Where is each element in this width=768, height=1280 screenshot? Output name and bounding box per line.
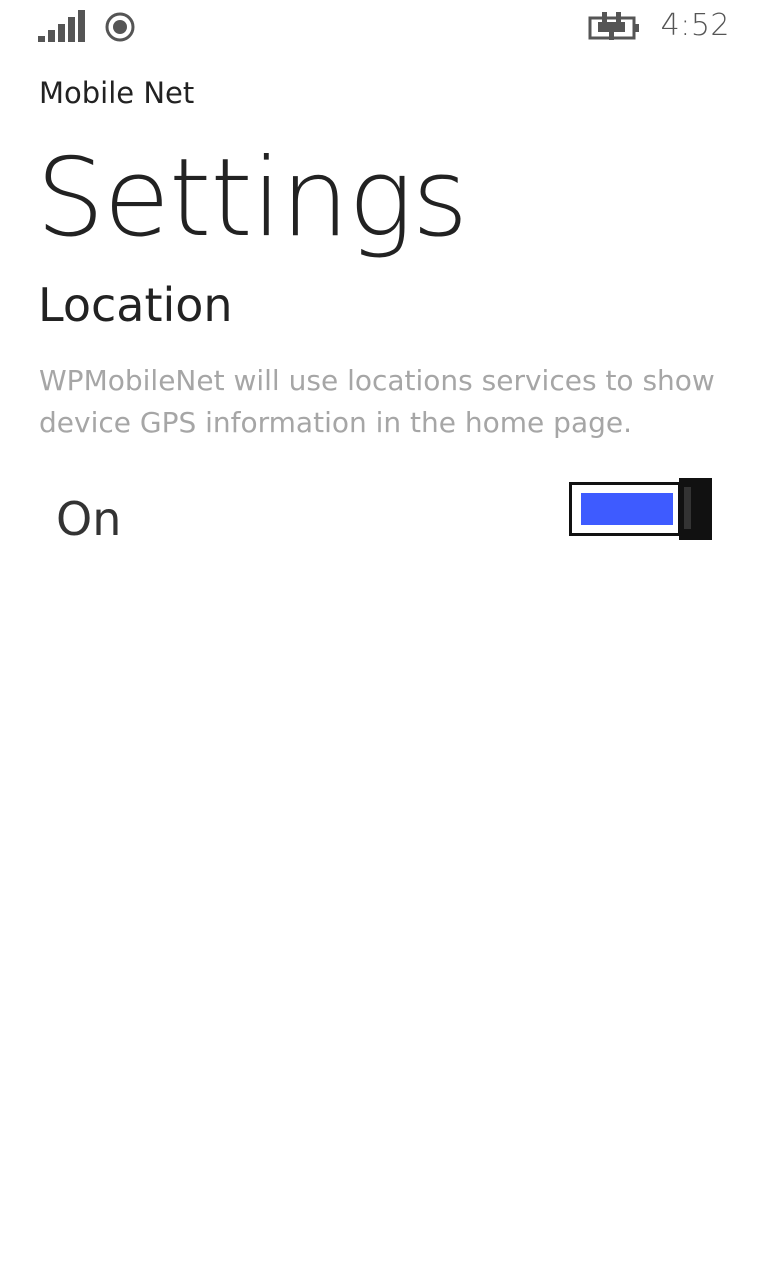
page-title: Settings xyxy=(36,136,468,261)
location-status-icon xyxy=(105,12,135,42)
toggle-thumb[interactable] xyxy=(679,478,712,540)
location-toggle-switch[interactable] xyxy=(569,478,713,540)
status-bar: 4:52 xyxy=(0,0,768,56)
charging-plug-icon xyxy=(588,12,639,40)
settings-screen: 4:52 Mobile Net Settings Location WPMobi… xyxy=(0,0,768,1280)
location-description: WPMobileNet will use locations services … xyxy=(39,364,715,439)
location-toggle-label: On xyxy=(56,492,122,546)
location-section-title: Location xyxy=(38,278,233,332)
toggle-track xyxy=(569,482,681,536)
signal-bars-icon xyxy=(38,10,85,42)
app-title: Mobile Net xyxy=(39,76,195,110)
toggle-fill xyxy=(581,493,673,525)
clock: 4:52 xyxy=(660,8,730,43)
